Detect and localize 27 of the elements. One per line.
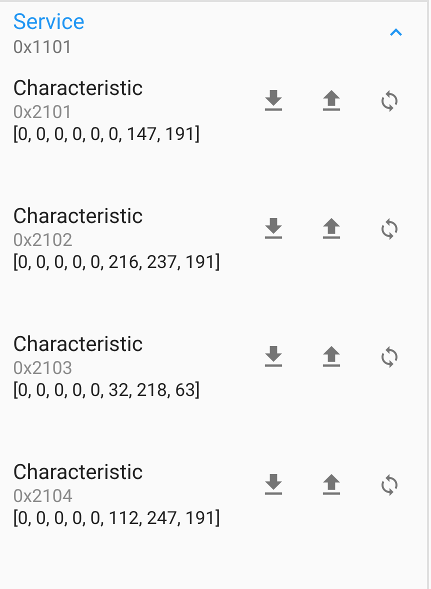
sync-icon[interactable]	[380, 474, 399, 496]
sync-icon[interactable]	[380, 90, 399, 112]
characteristic-title: Characteristic	[13, 460, 144, 486]
characteristic-uuid: 0x2101	[13, 102, 74, 124]
download-icon[interactable]	[264, 90, 283, 112]
characteristic-value: [0, 0, 0, 0, 0, 216, 237, 191]	[13, 252, 222, 274]
upload-icon[interactable]	[322, 346, 341, 368]
download-icon[interactable]	[264, 218, 283, 240]
characteristic-uuid: 0x2103	[13, 358, 74, 380]
sync-icon[interactable]	[380, 346, 399, 368]
upload-icon[interactable]	[322, 474, 341, 496]
download-icon[interactable]	[264, 346, 283, 368]
sync-icon[interactable]	[380, 218, 399, 240]
characteristic-uuid: 0x2102	[13, 230, 74, 252]
characteristic-value: [0, 0, 0, 0, 0, 32, 218, 63]	[13, 380, 201, 402]
service-title: Service	[13, 10, 85, 36]
characteristic-value: [0, 0, 0, 0, 0, 0, 147, 191]	[13, 124, 201, 146]
upload-icon[interactable]	[322, 218, 341, 240]
characteristic-title: Characteristic	[13, 332, 144, 358]
upload-icon[interactable]	[322, 90, 341, 112]
characteristic-title: Characteristic	[13, 76, 144, 102]
service-uuid: 0x1101	[13, 36, 74, 60]
download-icon[interactable]	[264, 474, 283, 496]
characteristic-uuid: 0x2104	[13, 486, 74, 508]
collapse-chevron-icon[interactable]	[389, 28, 403, 36]
characteristic-title: Characteristic	[13, 204, 144, 230]
characteristic-value: [0, 0, 0, 0, 0, 112, 247, 191]	[13, 508, 222, 530]
